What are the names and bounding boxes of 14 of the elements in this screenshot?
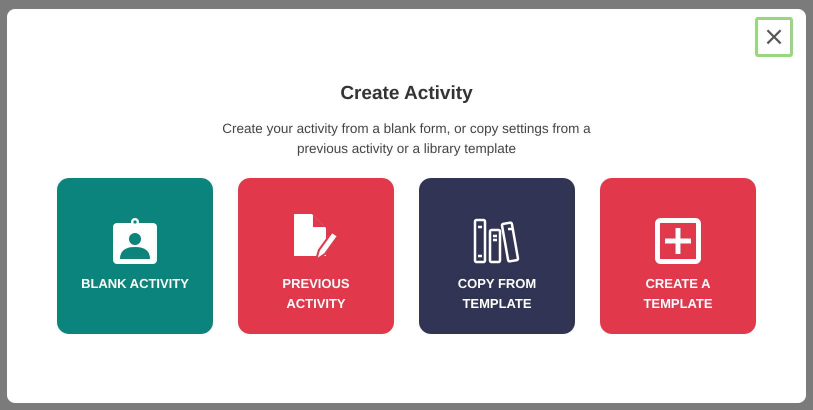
option-label: BLANK ACTIVITY (80, 275, 190, 293)
option-card[interactable]: COPY FROM TEMPLATE (419, 178, 575, 334)
plus-square-icon (655, 218, 701, 264)
option-label: PREVIOUS ACTIVITY (281, 275, 351, 313)
close-button[interactable]: × (755, 17, 793, 57)
option-label: CREATE A TEMPLATE (642, 275, 714, 313)
option-card[interactable]: BLANK ACTIVITY (57, 178, 213, 334)
books-icon (473, 218, 521, 264)
badge-icon (113, 217, 157, 264)
dialog-description: Create your activity from a blank form, or copy settings from a previous activity or a library template (221, 120, 592, 158)
option-card[interactable]: CREATE A TEMPLATE (600, 178, 756, 334)
option-label: COPY FROM TEMPLATE (456, 275, 538, 313)
option-card[interactable]: PREVIOUS ACTIVITY (238, 178, 394, 334)
dialog-title: Create Activity (339, 83, 474, 105)
